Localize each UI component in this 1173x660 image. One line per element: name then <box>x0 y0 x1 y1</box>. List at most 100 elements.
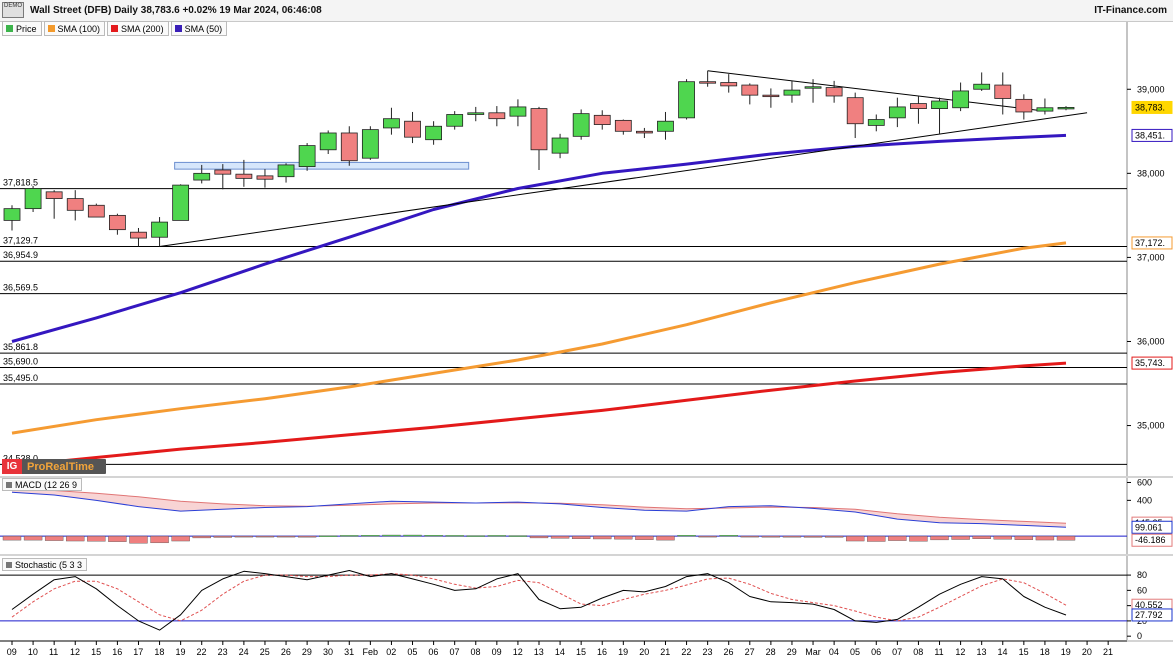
macd-histogram-bar <box>571 535 591 540</box>
legend-sma200-swatch <box>111 25 119 32</box>
x-tick-label: 17 <box>133 647 143 657</box>
x-tick-label: 20 <box>1082 647 1092 657</box>
x-tick-label: 22 <box>681 647 691 657</box>
legend-sma100[interactable]: SMA (100) <box>43 21 106 36</box>
macd-histogram-bar <box>867 535 886 542</box>
level-label: 36,569.5 <box>3 283 38 293</box>
price-tag: 37,172. <box>1135 238 1165 248</box>
price-tag: 38,783. <box>1135 102 1165 112</box>
candle-up <box>867 119 885 126</box>
macd-histogram-bar <box>319 535 338 537</box>
candle-up <box>151 221 168 238</box>
candle-up <box>3 208 21 221</box>
x-tick-label: 29 <box>787 647 797 657</box>
candle-up <box>467 112 485 115</box>
macd-signal-fill <box>12 489 1066 528</box>
macd-y-tick-label: 400 <box>1137 495 1152 505</box>
macd-histogram-bar <box>593 535 612 540</box>
macd-histogram-bar <box>972 535 991 540</box>
candle-up <box>1057 107 1075 110</box>
macd-histogram-bar <box>171 535 190 542</box>
x-tick-label: 12 <box>513 647 523 657</box>
candle-up <box>425 125 443 141</box>
x-tick-label: 11 <box>49 647 58 657</box>
legend-sma100-swatch <box>47 25 55 32</box>
macd-histogram-bar <box>677 535 696 537</box>
level-label: 35,495.0 <box>3 373 38 383</box>
macd-histogram-bar <box>930 535 949 541</box>
macd-label[interactable]: MACD (12 26 9 <box>2 478 83 491</box>
candle-down <box>593 114 611 125</box>
trendline-resistance <box>707 70 1045 112</box>
candle-up <box>952 90 969 109</box>
x-tick-label: 28 <box>766 647 776 657</box>
x-tick-label: 09 <box>7 647 17 657</box>
candle-up <box>1036 107 1054 112</box>
sma100-line <box>11 241 1067 435</box>
x-tick-label: 26 <box>281 647 291 657</box>
x-tick-label: 21 <box>660 647 670 657</box>
legend: Price SMA (100) SMA (200) SMA (50) <box>2 21 228 36</box>
stochastic-label[interactable]: Stochastic (5 3 3 <box>2 558 88 571</box>
chart-canvas[interactable]: 35,00036,00037,00038,00039,00037,818.537… <box>0 0 1173 660</box>
candle-down <box>256 175 274 180</box>
sma200-line <box>11 361 1067 468</box>
legend-price[interactable]: Price <box>2 21 42 36</box>
candle-up <box>783 89 801 96</box>
macd-histogram-bar <box>150 535 169 544</box>
stochastic-label-text: Stochastic (5 3 3 <box>15 559 83 570</box>
x-tick-label: 06 <box>428 647 438 657</box>
demo-badge: DEMO <box>2 2 24 18</box>
price-y-tick-label: 38,000 <box>1137 168 1165 178</box>
macd-histogram-bar <box>234 535 254 538</box>
macd-histogram-bar <box>297 535 317 538</box>
x-tick-label: 18 <box>1040 647 1050 657</box>
x-tick-label: Feb <box>363 647 379 657</box>
stochastic-y-tick-label: 60 <box>1137 585 1147 595</box>
macd-histogram-bar <box>761 535 781 538</box>
candle-down <box>994 84 1012 99</box>
x-tick-label: 29 <box>302 647 312 657</box>
candle-up <box>678 81 695 119</box>
x-tick-label: 14 <box>998 647 1008 657</box>
macd-histogram-bar <box>614 535 633 540</box>
legend-sma50[interactable]: SMA (50) <box>170 21 228 36</box>
macd-histogram-bar <box>192 535 211 539</box>
macd-histogram-bar <box>550 535 570 539</box>
legend-sma50-swatch <box>174 25 182 32</box>
macd-histogram-bar <box>508 535 528 537</box>
legend-sma200[interactable]: SMA (200) <box>107 21 169 36</box>
consolidation-zone <box>174 161 470 170</box>
x-tick-label: 08 <box>471 647 481 657</box>
macd-histogram-bar <box>719 535 738 537</box>
x-tick-label: 12 <box>70 647 80 657</box>
macd-histogram-bar <box>782 535 802 538</box>
level-label: 35,861.8 <box>3 342 38 352</box>
level-label: 36,954.9 <box>3 250 38 260</box>
candle-down <box>488 112 506 120</box>
macd-label-swatch <box>6 481 12 488</box>
stochastic-value-tag: 27.792 <box>1135 610 1163 620</box>
macd-histogram-bar <box>87 535 106 542</box>
candle-up <box>383 118 400 129</box>
x-tick-label: 13 <box>976 647 986 657</box>
x-tick-label: 27 <box>745 647 755 657</box>
stochastic-label-swatch <box>6 561 12 568</box>
candle-up <box>888 106 906 119</box>
legend-price-label: Price <box>16 23 37 34</box>
x-tick-label: 23 <box>218 647 228 657</box>
x-tick-label: 02 <box>386 647 396 657</box>
candle-down <box>530 108 548 151</box>
price-y-tick-label: 39,000 <box>1137 84 1165 94</box>
macd-histogram-bar <box>129 535 148 544</box>
x-tick-label: 19 <box>175 647 185 657</box>
macd-histogram-bar <box>803 535 823 538</box>
candle-up <box>509 106 527 117</box>
candle-down <box>404 120 421 138</box>
price-panel: 35,00036,00037,00038,00039,00037,818.537… <box>0 22 1173 642</box>
candle-down <box>762 94 780 98</box>
macd-histogram-bar <box>951 535 970 540</box>
x-tick-label: 20 <box>639 647 649 657</box>
x-tick-label: 05 <box>850 647 860 657</box>
candle-down <box>1015 98 1033 113</box>
